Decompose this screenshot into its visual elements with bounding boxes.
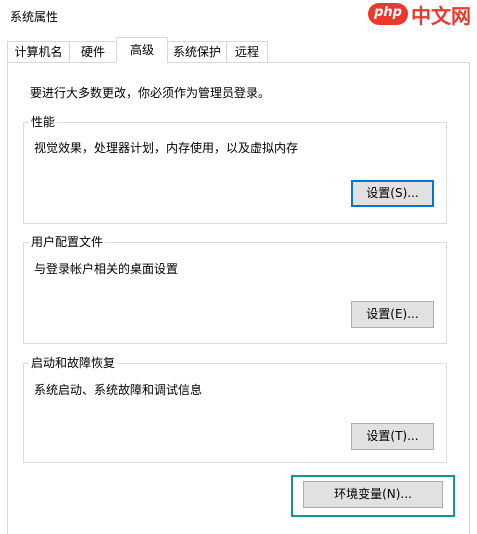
- user-profiles-description: 与登录帐户相关的桌面设置: [34, 262, 179, 276]
- startup-recovery-group: 启动和故障恢复 系统启动、系统故障和调试信息 设置(T)...: [23, 356, 447, 463]
- tab-computer-name[interactable]: 计算机名: [7, 41, 70, 62]
- performance-settings-button[interactable]: 设置(S)...: [351, 180, 434, 207]
- admin-notice: 要进行大多数更改，你必须作为管理员登录。: [30, 86, 271, 100]
- window-title: 系统属性: [10, 10, 59, 24]
- watermark-text: 中文网: [411, 3, 471, 28]
- title-bar: 系统属性 php 中文网: [0, 0, 477, 32]
- startup-recovery-group-title: 启动和故障恢复: [29, 356, 118, 370]
- performance-group: 性能 视觉效果，处理器计划，内存使用，以及虚拟内存 设置(S)...: [23, 115, 447, 224]
- tab-system-protection[interactable]: 系统保护: [167, 41, 227, 62]
- watermark: php 中文网: [368, 2, 471, 28]
- performance-description: 视觉效果，处理器计划，内存使用，以及虚拟内存: [34, 141, 299, 155]
- startup-recovery-settings-button[interactable]: 设置(T)...: [351, 423, 434, 450]
- user-profiles-group: 用户配置文件 与登录帐户相关的桌面设置 设置(E)...: [23, 235, 447, 344]
- user-profiles-group-title: 用户配置文件: [29, 235, 106, 249]
- tab-remote[interactable]: 远程: [226, 41, 268, 62]
- user-profiles-settings-button[interactable]: 设置(E)...: [351, 301, 434, 328]
- tab-hardware[interactable]: 硬件: [69, 41, 117, 62]
- watermark-logo: php: [368, 3, 408, 25]
- performance-group-title: 性能: [29, 115, 58, 129]
- tab-advanced[interactable]: 高级: [116, 37, 168, 63]
- environment-variables-button[interactable]: 环境变量(N)...: [303, 481, 443, 508]
- startup-recovery-description: 系统启动、系统故障和调试信息: [34, 383, 203, 397]
